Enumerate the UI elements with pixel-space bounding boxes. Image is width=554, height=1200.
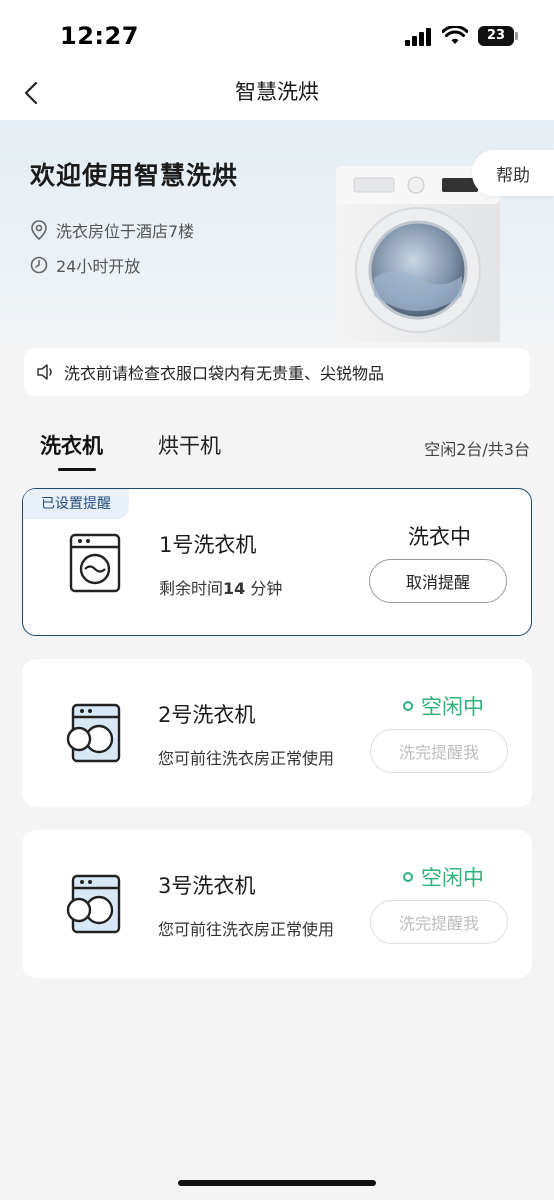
- notify-when-done-button[interactable]: 洗完提醒我: [370, 900, 508, 944]
- hero-title: 欢迎使用智慧洗烘: [30, 161, 239, 190]
- tab-active-indicator: [58, 468, 96, 471]
- home-indicator[interactable]: [178, 1180, 376, 1186]
- tab-washer[interactable]: 洗衣机: [40, 430, 103, 460]
- notice-bar: 洗衣前请检查衣服口袋内有无贵重、尖锐物品: [24, 348, 530, 396]
- notice-text: 洗衣前请检查衣服口袋内有无贵重、尖锐物品: [64, 364, 385, 383]
- cellular-signal-icon: [405, 28, 435, 46]
- remaining-time-label: 剩余时间: [159, 579, 224, 598]
- machine-status: 洗衣中: [408, 525, 471, 549]
- speaker-icon: [37, 364, 52, 380]
- machine-type-tabs: 洗衣机 烘干机 空闲2台/共3台: [0, 430, 554, 474]
- tab-dryer[interactable]: 烘干机: [158, 430, 221, 460]
- idle-dot-icon: [403, 701, 413, 711]
- machine-name: 3号洗衣机: [158, 874, 256, 898]
- machine-status-label: 空闲中: [421, 695, 484, 719]
- machine-card-2[interactable]: 2号洗衣机 您可前往洗衣房正常使用 空闲中 洗完提醒我: [22, 659, 532, 807]
- machine-status: 空闲中: [403, 862, 484, 892]
- washing-machine-icon: [69, 533, 121, 593]
- wifi-icon: [442, 26, 468, 44]
- washing-machine-icon: [66, 703, 121, 763]
- machine-name: 2号洗衣机: [158, 703, 256, 727]
- machine-status: 空闲中: [403, 691, 484, 721]
- remaining-time: 剩余时间14 分钟: [159, 575, 282, 599]
- idle-dot-icon: [403, 872, 413, 882]
- availability-count: 空闲2台/共3台: [424, 440, 530, 459]
- page-title: 智慧洗烘: [235, 80, 319, 104]
- hero-banner: 欢迎使用智慧洗烘 洗衣房位于酒店7楼 24小时开放 帮助: [0, 120, 554, 342]
- washing-machine-icon: [66, 874, 121, 934]
- hours-text: 24小时开放: [56, 257, 141, 276]
- status-time: 12:27: [60, 22, 139, 50]
- status-bar: 12:27 23: [0, 0, 554, 68]
- machine-status-label: 空闲中: [421, 866, 484, 890]
- battery-icon: 23: [478, 26, 518, 46]
- remaining-time-unit: 分钟: [250, 579, 283, 598]
- washing-machine-illustration: [336, 166, 500, 342]
- remaining-time-value: 14: [223, 579, 246, 598]
- machine-subtitle: 您可前往洗衣房正常使用: [158, 749, 335, 768]
- help-button[interactable]: 帮助: [472, 150, 554, 196]
- notify-when-done-button[interactable]: 洗完提醒我: [370, 729, 508, 773]
- location-text: 洗衣房位于酒店7楼: [56, 222, 195, 241]
- machine-name: 1号洗衣机: [159, 533, 257, 557]
- cancel-reminder-button[interactable]: 取消提醒: [369, 559, 507, 603]
- machine-subtitle: 您可前往洗衣房正常使用: [158, 920, 335, 939]
- reminder-set-badge: 已设置提醒: [23, 489, 129, 519]
- location-line: 洗衣房位于酒店7楼: [30, 218, 194, 242]
- nav-bar: 智慧洗烘: [0, 68, 554, 120]
- clock-icon: [30, 256, 48, 274]
- location-pin-icon: [31, 220, 47, 240]
- machine-card-1[interactable]: 已设置提醒 1号洗衣机 剩余时间14 分钟 洗衣中 取消提醒: [22, 488, 532, 636]
- machine-card-3[interactable]: 3号洗衣机 您可前往洗衣房正常使用 空闲中 洗完提醒我: [22, 830, 532, 978]
- hours-line: 24小时开放: [30, 253, 140, 277]
